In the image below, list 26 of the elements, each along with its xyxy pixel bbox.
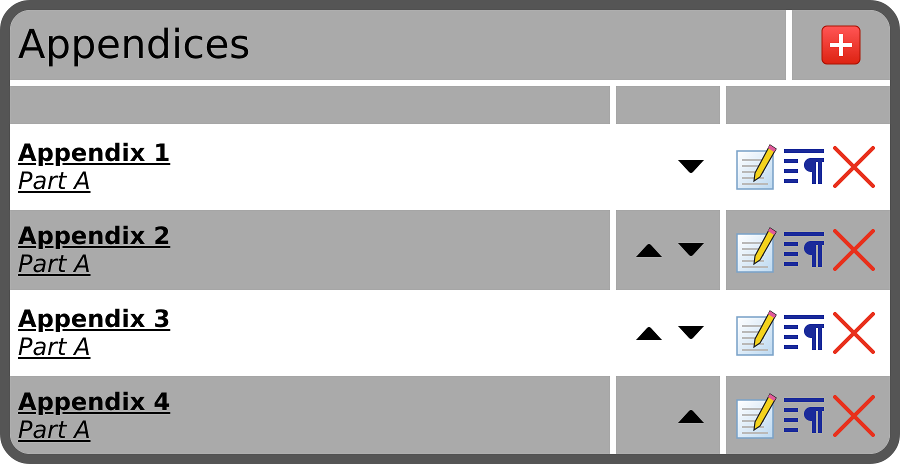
up-arrow-icon[interactable] — [676, 408, 706, 424]
edit-icon[interactable] — [736, 226, 778, 274]
panel-title: Appendices — [18, 22, 250, 68]
appendix-link[interactable]: Appendix 2 — [18, 222, 170, 250]
down-arrow-icon[interactable] — [676, 159, 706, 175]
paragraph-icon[interactable] — [784, 313, 826, 353]
paragraph-icon[interactable] — [784, 147, 826, 187]
part-link[interactable]: Part A — [18, 333, 91, 361]
part-link[interactable]: Part A — [18, 416, 91, 444]
add-icon[interactable] — [821, 25, 861, 65]
paragraph-icon[interactable] — [784, 396, 826, 436]
down-arrow-icon[interactable] — [676, 325, 706, 341]
paragraph-icon[interactable] — [784, 230, 826, 270]
up-arrow-icon[interactable] — [634, 325, 664, 341]
edit-icon[interactable] — [736, 309, 778, 357]
appendix-link[interactable]: Appendix 4 — [18, 388, 170, 416]
edit-icon[interactable] — [736, 143, 778, 191]
appendix-link[interactable]: Appendix 3 — [18, 305, 170, 333]
part-link[interactable]: Part A — [18, 167, 91, 195]
edit-icon[interactable] — [736, 392, 778, 440]
part-link[interactable]: Part A — [18, 250, 91, 278]
appendix-link[interactable]: Appendix 1 — [18, 139, 170, 167]
delete-icon[interactable] — [832, 145, 876, 189]
down-arrow-icon[interactable] — [676, 242, 706, 258]
delete-icon[interactable] — [832, 311, 876, 355]
up-arrow-icon[interactable] — [634, 242, 664, 258]
